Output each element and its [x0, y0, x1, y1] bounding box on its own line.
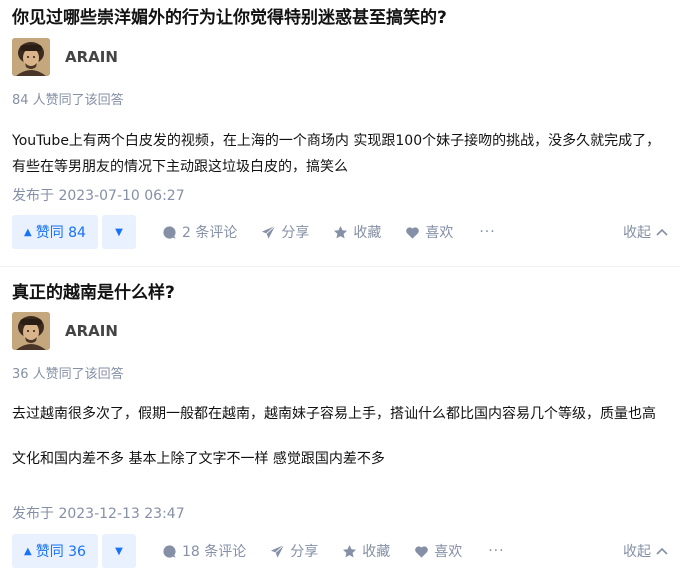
share-button[interactable]: 分享: [270, 541, 318, 561]
voters-count: 36 人赞同了该回答: [12, 367, 124, 382]
collapse-button[interactable]: 收起: [623, 541, 668, 561]
favorite-label: 收藏: [353, 225, 382, 241]
like-label: 喜欢: [425, 225, 454, 241]
chevron-up-icon: [656, 228, 668, 236]
avatar-portrait-icon: [12, 312, 50, 350]
downvote-button[interactable]: ▼: [101, 215, 136, 249]
comment-icon: [163, 544, 176, 558]
more-icon[interactable]: ···: [479, 224, 495, 240]
favorite-label: 收藏: [362, 544, 391, 560]
caret-down-icon: ▼: [115, 226, 123, 238]
chevron-up-icon: [656, 547, 668, 555]
question-title[interactable]: 你见过哪些崇洋媚外的行为让你觉得特别迷惑甚至搞笑的?: [12, 7, 447, 29]
thumb-up-icon: ▲: [24, 545, 32, 557]
share-button[interactable]: 分享: [261, 222, 309, 242]
upvote-button[interactable]: ▲ 赞同 36: [12, 534, 98, 568]
favorite-button[interactable]: 收藏: [333, 222, 381, 242]
share-label: 分享: [290, 544, 319, 560]
more-icon[interactable]: ···: [488, 543, 504, 559]
comments-button[interactable]: 18 条评论: [162, 541, 246, 561]
heart-icon: [406, 226, 420, 239]
upvote-label: 赞同 36: [35, 544, 86, 560]
voters-count: 84 人赞同了该回答: [12, 93, 124, 108]
upvote-label: 赞同 84: [35, 225, 86, 241]
publish-time[interactable]: 发布于 2023-07-10 06:27: [12, 185, 185, 205]
author-info: ARAIN: [12, 38, 118, 76]
answer-paragraph: YouTube上有两个白皮发的视频，在上海的一个商场内 实现跟100个妹子接吻的…: [12, 133, 661, 175]
avatar-portrait-icon: [12, 38, 50, 76]
share-label: 分享: [281, 225, 310, 241]
favorite-button[interactable]: 收藏: [342, 541, 390, 561]
upvote-button[interactable]: ▲ 赞同 84: [12, 215, 98, 249]
heart-icon: [415, 545, 429, 558]
divider: [0, 266, 680, 267]
comment-icon: [163, 225, 176, 239]
action-bar: ▲ 赞同 84 ▼ 2 条评论 分享 收藏 喜欢 ··· 收起: [12, 215, 668, 249]
comments-label: 18 条评论: [181, 544, 247, 560]
thumb-up-icon: ▲: [24, 226, 32, 238]
star-icon: [334, 225, 348, 238]
answer-content: 去过越南很多次了，假期一般都在越南，越南妹子容易上手，搭讪什么都比国内容易几个等…: [12, 401, 662, 472]
caret-down-icon: ▼: [115, 545, 123, 557]
avatar[interactable]: [12, 38, 50, 76]
like-button[interactable]: 喜欢: [414, 541, 462, 561]
author-name[interactable]: ARAIN: [65, 48, 118, 66]
collapse-button[interactable]: 收起: [623, 222, 668, 242]
author-info: ARAIN: [12, 312, 118, 350]
collapse-label: 收起: [623, 544, 651, 560]
action-bar: ▲ 赞同 36 ▼ 18 条评论 分享 收藏 喜欢 ··· 收起: [12, 534, 668, 568]
answer-paragraph: 去过越南很多次了，假期一般都在越南，越南妹子容易上手，搭讪什么都比国内容易几个等…: [12, 406, 656, 422]
answer-paragraph: 文化和国内差不多 基本上除了文字不一样 感觉跟国内差不多: [12, 451, 385, 467]
collapse-label: 收起: [623, 225, 651, 241]
like-button[interactable]: 喜欢: [405, 222, 453, 242]
answer-content: YouTube上有两个白皮发的视频，在上海的一个商场内 实现跟100个妹子接吻的…: [12, 128, 662, 180]
question-title[interactable]: 真正的越南是什么样?: [12, 282, 175, 304]
share-icon: [271, 544, 285, 558]
downvote-button[interactable]: ▼: [101, 534, 136, 568]
like-label: 喜欢: [434, 544, 463, 560]
share-icon: [262, 225, 276, 239]
avatar[interactable]: [12, 312, 50, 350]
comments-label: 2 条评论: [181, 225, 238, 241]
publish-time[interactable]: 发布于 2023-12-13 23:47: [12, 503, 185, 523]
star-icon: [343, 544, 357, 557]
author-name[interactable]: ARAIN: [65, 322, 118, 340]
comments-button[interactable]: 2 条评论: [162, 222, 237, 242]
